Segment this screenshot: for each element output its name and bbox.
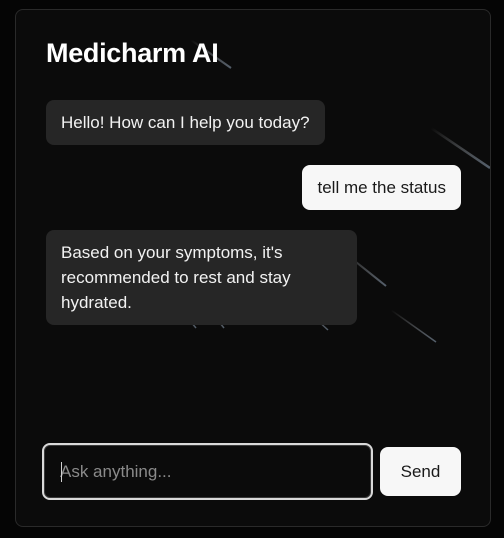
- user-message: tell me the status: [302, 165, 461, 210]
- message-input[interactable]: [44, 445, 371, 498]
- assistant-message: Hello! How can I help you today?: [46, 100, 325, 145]
- app-title: Medicharm AI: [46, 38, 219, 68]
- text-cursor: [61, 462, 62, 482]
- chat-panel: Medicharm AI Hello! How can I help you t…: [15, 9, 491, 527]
- message-input-container[interactable]: [42, 443, 373, 500]
- send-button[interactable]: Send: [380, 447, 461, 496]
- assistant-message: Based on your symptoms, it's recommended…: [46, 230, 357, 325]
